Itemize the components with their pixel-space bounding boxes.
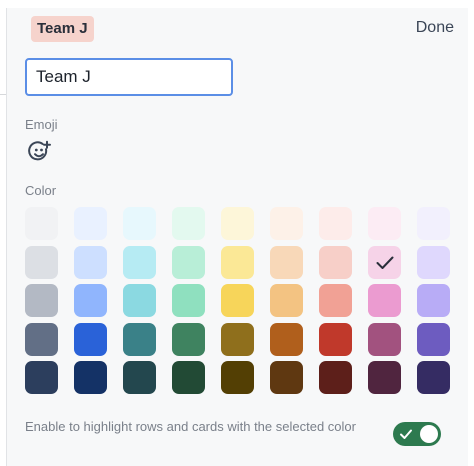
add-emoji-icon[interactable] bbox=[28, 140, 52, 164]
color-swatch[interactable] bbox=[270, 361, 303, 394]
check-icon bbox=[400, 429, 412, 439]
color-swatch[interactable] bbox=[319, 246, 352, 279]
color-swatch[interactable] bbox=[25, 361, 58, 394]
color-swatch[interactable] bbox=[319, 323, 352, 356]
color-swatch[interactable] bbox=[368, 207, 401, 240]
label-preview-tag: Team J bbox=[31, 16, 94, 42]
color-swatch[interactable] bbox=[221, 323, 254, 356]
color-swatch[interactable] bbox=[270, 284, 303, 317]
color-swatch[interactable] bbox=[123, 323, 156, 356]
highlight-description: Enable to highlight rows and cards with … bbox=[25, 419, 356, 434]
color-swatch[interactable] bbox=[221, 361, 254, 394]
color-swatch[interactable] bbox=[172, 323, 205, 356]
color-swatch[interactable] bbox=[368, 323, 401, 356]
color-swatch[interactable] bbox=[270, 207, 303, 240]
color-swatch[interactable] bbox=[172, 361, 205, 394]
color-swatch[interactable] bbox=[123, 246, 156, 279]
window-top-edge bbox=[0, 0, 474, 8]
color-swatch[interactable] bbox=[221, 284, 254, 317]
color-swatch[interactable] bbox=[74, 284, 107, 317]
color-swatch[interactable] bbox=[172, 246, 205, 279]
color-swatch[interactable] bbox=[417, 284, 450, 317]
color-swatch[interactable] bbox=[123, 361, 156, 394]
color-swatch[interactable] bbox=[123, 284, 156, 317]
done-button[interactable]: Done bbox=[416, 19, 454, 37]
emoji-section-label: Emoji bbox=[25, 117, 58, 132]
color-swatch[interactable] bbox=[368, 361, 401, 394]
color-swatch[interactable] bbox=[319, 284, 352, 317]
color-swatch[interactable] bbox=[221, 207, 254, 240]
label-name-input[interactable] bbox=[25, 58, 233, 96]
color-swatch[interactable] bbox=[270, 323, 303, 356]
color-swatch[interactable] bbox=[417, 361, 450, 394]
color-swatch[interactable] bbox=[25, 207, 58, 240]
color-section-label: Color bbox=[25, 183, 57, 198]
color-swatch[interactable] bbox=[172, 207, 205, 240]
color-swatch[interactable] bbox=[25, 323, 58, 356]
color-swatch[interactable] bbox=[417, 207, 450, 240]
color-swatch[interactable] bbox=[417, 323, 450, 356]
color-swatch[interactable] bbox=[368, 284, 401, 317]
toggle-knob bbox=[420, 425, 438, 443]
color-swatch[interactable] bbox=[25, 246, 58, 279]
color-swatch[interactable] bbox=[123, 207, 156, 240]
color-swatch[interactable] bbox=[25, 284, 58, 317]
color-swatch[interactable] bbox=[417, 246, 450, 279]
color-swatch[interactable] bbox=[172, 284, 205, 317]
color-swatch[interactable] bbox=[221, 246, 254, 279]
check-icon bbox=[376, 256, 393, 269]
color-swatch[interactable] bbox=[74, 246, 107, 279]
color-swatch[interactable] bbox=[74, 207, 107, 240]
color-swatch[interactable] bbox=[270, 246, 303, 279]
color-swatch[interactable] bbox=[319, 207, 352, 240]
color-swatch-selected[interactable] bbox=[368, 246, 401, 279]
color-swatch[interactable] bbox=[319, 361, 352, 394]
color-swatch[interactable] bbox=[74, 323, 107, 356]
color-swatch[interactable] bbox=[74, 361, 107, 394]
highlight-toggle[interactable] bbox=[393, 422, 441, 446]
